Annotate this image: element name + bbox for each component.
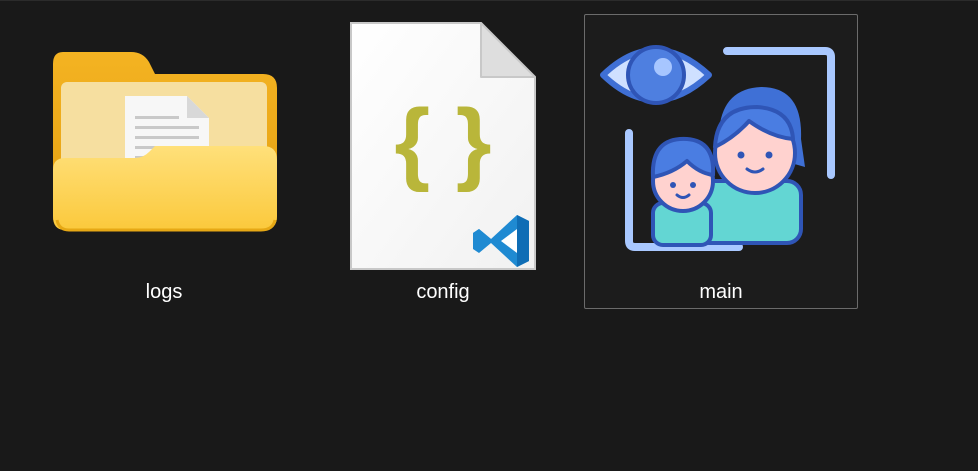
file-name: config xyxy=(416,281,470,303)
family-eye-image-icon xyxy=(585,15,857,275)
folder-icon xyxy=(28,15,300,275)
file-view: logs { } config main xyxy=(0,0,978,471)
file-name: logs xyxy=(145,281,183,303)
svg-text:{ }: { } xyxy=(394,91,491,193)
file-name: main xyxy=(699,281,743,303)
json-file-icon: { } xyxy=(307,15,579,275)
file-item-logs[interactable]: logs xyxy=(27,14,301,309)
file-item-config[interactable]: { } config xyxy=(306,14,580,309)
file-item-main[interactable]: main xyxy=(584,14,858,309)
